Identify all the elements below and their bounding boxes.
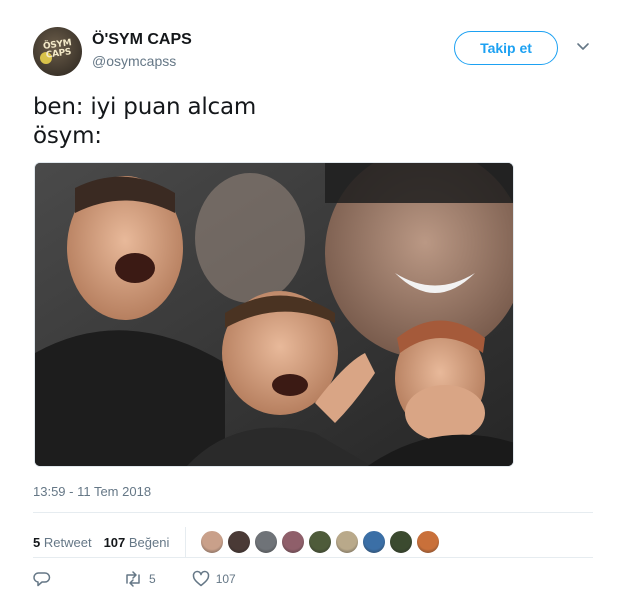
divider <box>33 512 593 513</box>
stat-divider <box>185 527 187 557</box>
liker-avatar[interactable] <box>389 530 414 554</box>
tweet-image[interactable] <box>34 162 514 467</box>
retweet-count: 5 <box>33 534 41 550</box>
reply-icon <box>33 572 51 587</box>
like-stat[interactable]: 107 Beğeni <box>104 535 170 550</box>
liker-avatar[interactable] <box>227 530 252 554</box>
meme-photo <box>35 163 513 466</box>
user-handle[interactable]: @osymcapss <box>92 53 176 69</box>
retweet-action[interactable]: 5 <box>123 570 156 588</box>
liker-avatar[interactable] <box>281 530 306 554</box>
liker-avatar[interactable] <box>416 530 441 554</box>
like-label: Beğeni <box>128 534 170 550</box>
tweet-stats: 5 Retweet 107 Beğeni <box>33 527 441 557</box>
liker-avatar[interactable] <box>254 530 279 554</box>
liker-avatar[interactable] <box>308 530 333 554</box>
avatar[interactable]: ÖSYM CAPS <box>33 27 82 76</box>
like-action[interactable]: 107 <box>192 570 236 588</box>
tweet-header: ÖSYM CAPS Ö'SYM CAPS @osymcapss Takip et <box>33 27 607 77</box>
display-name[interactable]: Ö'SYM CAPS <box>92 31 192 49</box>
tweet-text: ben: iyi puan alcam ösym: <box>33 94 257 149</box>
follow-button[interactable]: Takip et <box>454 31 558 65</box>
retweet-label: Retweet <box>43 534 92 550</box>
tweet-timestamp[interactable]: 13:59 - 11 Tem 2018 <box>33 484 151 499</box>
divider <box>33 557 593 558</box>
retweet-action-count: 5 <box>149 572 156 586</box>
heart-icon <box>192 570 209 587</box>
like-count: 107 <box>103 534 126 550</box>
retweet-stat[interactable]: 5 Retweet <box>33 535 92 550</box>
liker-avatar[interactable] <box>200 530 225 554</box>
liker-avatar[interactable] <box>362 530 387 554</box>
avatar-logo-text: ÖSYM CAPS <box>42 38 73 61</box>
chevron-down-icon[interactable] <box>576 39 590 53</box>
retweet-icon <box>126 571 140 587</box>
liker-avatar[interactable] <box>335 530 360 554</box>
like-action-count: 107 <box>215 572 236 586</box>
likers-list <box>200 530 441 554</box>
reply-action[interactable] <box>33 570 57 588</box>
tweet-actions: 5 107 <box>33 570 272 588</box>
